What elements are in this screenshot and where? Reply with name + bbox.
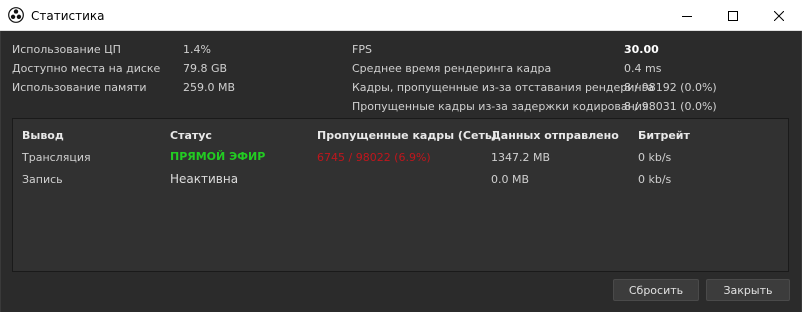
close-window-button[interactable] xyxy=(756,0,802,31)
header-bitrate: Битрейт xyxy=(638,129,690,142)
close-button[interactable]: Закрыть xyxy=(706,279,790,301)
reset-button[interactable]: Сбросить xyxy=(613,279,699,301)
memory-usage-label: Использование памяти xyxy=(12,81,147,94)
render-time-label: Среднее время рендеринга кадра xyxy=(352,62,552,75)
maximize-icon xyxy=(728,10,738,21)
row-stream-bitrate: 0 kb/s xyxy=(638,151,672,164)
cpu-usage-value: 1.4% xyxy=(183,43,211,56)
window-title: Статистика xyxy=(31,9,105,23)
row-recording-bitrate: 0 kb/s xyxy=(638,173,672,186)
disk-space-label: Доступно места на диске xyxy=(12,62,161,75)
row-stream-output: Трансляция xyxy=(22,151,91,164)
title-bar: Статистика xyxy=(0,0,802,31)
outputs-table: Вывод Статус Пропущенные кадры (Сеть) Да… xyxy=(12,118,789,272)
memory-usage-value: 259.0 MB xyxy=(183,81,236,94)
header-data-sent: Данных отправлено xyxy=(491,129,619,142)
row-stream-status: ПРЯМОЙ ЭФИР xyxy=(170,150,266,163)
render-time-value: 0.4 ms xyxy=(624,62,662,75)
close-icon xyxy=(774,10,784,21)
header-output: Вывод xyxy=(22,129,64,142)
render-lag-frames-value: 8 / 98192 (0.0%) xyxy=(624,81,717,94)
cpu-usage-label: Использование ЦП xyxy=(12,43,121,56)
obs-logo-icon xyxy=(8,7,24,23)
minimize-icon xyxy=(682,11,692,21)
row-recording-output: Запись xyxy=(22,173,63,186)
row-recording-status: Неактивна xyxy=(170,172,239,186)
header-status: Статус xyxy=(170,129,212,142)
maximize-button[interactable] xyxy=(710,0,756,31)
row-stream-dropped-frames: 6745 / 98022 (6.9%) xyxy=(317,151,431,164)
header-dropped-frames: Пропущенные кадры (Сеть) xyxy=(317,129,497,142)
disk-space-value: 79.8 GB xyxy=(183,62,228,75)
encoding-lag-frames-value: 8 / 98031 (0.0%) xyxy=(624,100,717,113)
minimize-button[interactable] xyxy=(664,0,710,31)
encoding-lag-frames-label: Пропущенные кадры из-за задержки кодиров… xyxy=(352,100,649,113)
row-recording-data-sent: 0.0 MB xyxy=(491,173,530,186)
fps-label: FPS xyxy=(352,43,372,56)
fps-value: 30.00 xyxy=(624,43,659,56)
row-stream-data-sent: 1347.2 MB xyxy=(491,151,551,164)
render-lag-frames-label: Кадры, пропущенные из-за отставания ренд… xyxy=(352,81,655,94)
